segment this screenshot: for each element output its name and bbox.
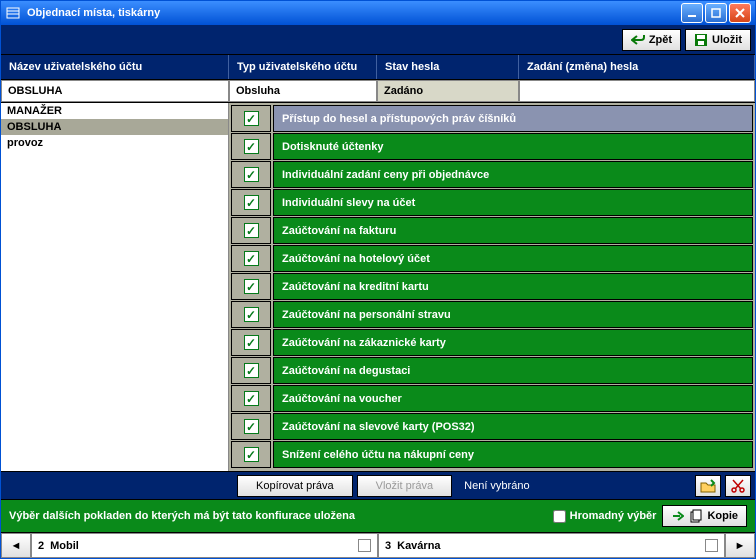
nav-next-button[interactable]: ► (725, 533, 755, 558)
right-label[interactable]: Snížení celého účtu na nákupní ceny (273, 441, 753, 468)
open-button[interactable] (695, 475, 721, 497)
window-icon (5, 5, 21, 21)
right-checkbox[interactable]: ✓ (244, 447, 259, 462)
right-label[interactable]: Dotisknuté účtenky (273, 133, 753, 160)
column-headers: Název uživatelského účtu Typ uživatelské… (1, 55, 755, 80)
cashdesk-number: 3 (385, 540, 391, 552)
right-row: ✓ Individuální slevy na účet (231, 189, 753, 216)
right-label[interactable]: Zaúčtování na voucher (273, 385, 753, 412)
header-type: Typ uživatelského účtu (229, 55, 377, 79)
right-checkbox[interactable]: ✓ (244, 391, 259, 406)
cut-button[interactable] (725, 475, 751, 497)
cashdesk-item[interactable]: 3 Kavárna (378, 533, 725, 558)
right-checkbox[interactable]: ✓ (244, 111, 259, 126)
right-label[interactable]: Zaúčtování na hotelový účet (273, 245, 753, 272)
back-button[interactable]: Zpět (622, 29, 681, 51)
right-row: ✓ Zaúčtování na voucher (231, 385, 753, 412)
cashdesk-name: Kavárna (397, 540, 699, 552)
right-label[interactable]: Zaúčtování na zákaznické karty (273, 329, 753, 356)
right-row: ✓ Individuální zadání ceny při objednávce (231, 161, 753, 188)
header-name: Název uživatelského účtu (1, 55, 229, 79)
right-checkbox[interactable]: ✓ (244, 279, 259, 294)
right-row: ✓ Zaúčtování na slevové karty (POS32) (231, 413, 753, 440)
user-list[interactable]: MANAŽEROBSLUHAprovoz (1, 103, 229, 471)
rights-panel[interactable]: ✓ Přístup do hesel a přístupových práv čí… (229, 103, 755, 471)
right-checkbox[interactable]: ✓ (244, 195, 259, 210)
copy-rights-button[interactable]: Kopírovat práva (237, 475, 353, 497)
right-checkbox[interactable]: ✓ (244, 307, 259, 322)
copy-button[interactable]: Kopie (662, 505, 747, 527)
right-checkbox[interactable]: ✓ (244, 223, 259, 238)
right-row: ✓ Zaúčtování na degustaci (231, 357, 753, 384)
right-checkbox[interactable]: ✓ (244, 419, 259, 434)
cashdesk-checkbox[interactable] (358, 539, 371, 552)
bulk-checkbox-label[interactable]: Hromadný výběr (553, 510, 657, 523)
pwstatus-readonly: Zadáno (377, 80, 519, 102)
cashdesk-checkbox[interactable] (705, 539, 718, 552)
user-list-item[interactable]: OBSLUHA (1, 119, 228, 135)
header-pwstatus: Stav hesla (377, 55, 519, 79)
right-checkbox[interactable]: ✓ (244, 363, 259, 378)
right-row: ✓ Snížení celého účtu na nákupní ceny (231, 441, 753, 468)
right-row: ✓ Zaúčtování na zákaznické karty (231, 329, 753, 356)
bulk-checkbox[interactable] (553, 510, 566, 523)
right-checkbox[interactable]: ✓ (244, 335, 259, 350)
input-row: Zadáno (1, 80, 755, 103)
right-row: ✓ Zaúčtování na hotelový účet (231, 245, 753, 272)
password-input[interactable] (519, 80, 755, 102)
arrow-icon (671, 509, 685, 523)
right-row: ✓ Přístup do hesel a přístupových práv čí… (231, 105, 753, 132)
minimize-button[interactable] (681, 3, 703, 23)
maximize-button[interactable] (705, 3, 727, 23)
right-row: ✓ Zaúčtování na fakturu (231, 217, 753, 244)
right-checkbox[interactable]: ✓ (244, 167, 259, 182)
right-row: ✓ Zaúčtování na kreditní kartu (231, 273, 753, 300)
close-button[interactable] (729, 3, 751, 23)
bottom-bar: ◄ 2 Mobil 3 Kavárna ► (1, 532, 755, 558)
cashdesk-name: Mobil (50, 540, 352, 552)
header-pwset: Zadání (změna) hesla (519, 55, 755, 79)
type-input[interactable] (229, 80, 377, 102)
right-row: ✓ Dotisknuté účtenky (231, 133, 753, 160)
user-list-item[interactable]: MANAŽER (1, 103, 228, 119)
save-button[interactable]: Uložit (685, 29, 751, 51)
right-label[interactable]: Zaúčtování na fakturu (273, 217, 753, 244)
right-label[interactable]: Zaúčtování na slevové karty (POS32) (273, 413, 753, 440)
right-checkbox[interactable]: ✓ (244, 139, 259, 154)
action-status: Není vybráno (456, 480, 691, 492)
user-list-item[interactable]: provoz (1, 135, 228, 151)
right-row: ✓ Zaúčtování na personální stravu (231, 301, 753, 328)
right-label[interactable]: Přístup do hesel a přístupových práv číš… (273, 105, 753, 132)
toolbar: Zpět Uložit (1, 25, 755, 55)
save-icon (694, 33, 708, 47)
right-checkbox[interactable]: ✓ (244, 251, 259, 266)
action-bar: Kopírovat práva Vložit práva Není vybrán… (1, 471, 755, 499)
right-label[interactable]: Zaúčtování na kreditní kartu (273, 273, 753, 300)
right-label[interactable]: Zaúčtování na degustaci (273, 357, 753, 384)
right-label[interactable]: Individuální slevy na účet (273, 189, 753, 216)
nav-prev-button[interactable]: ◄ (1, 533, 31, 558)
name-input[interactable] (1, 80, 229, 102)
window-title: Objednací místa, tiskárny (27, 7, 681, 19)
green-bar: Výběr dalších pokladen do kterých má být… (1, 499, 755, 532)
right-label[interactable]: Individuální zadání ceny při objednávce (273, 161, 753, 188)
paste-rights-button[interactable]: Vložit práva (357, 475, 452, 497)
cashdesk-number: 2 (38, 540, 44, 552)
copy-icon (689, 509, 703, 523)
right-label[interactable]: Zaúčtování na personální stravu (273, 301, 753, 328)
titlebar: Objednací místa, tiskárny (1, 1, 755, 25)
greenbar-text: Výběr dalších pokladen do kterých má být… (9, 510, 553, 522)
back-icon (631, 33, 645, 47)
cashdesk-item[interactable]: 2 Mobil (31, 533, 378, 558)
